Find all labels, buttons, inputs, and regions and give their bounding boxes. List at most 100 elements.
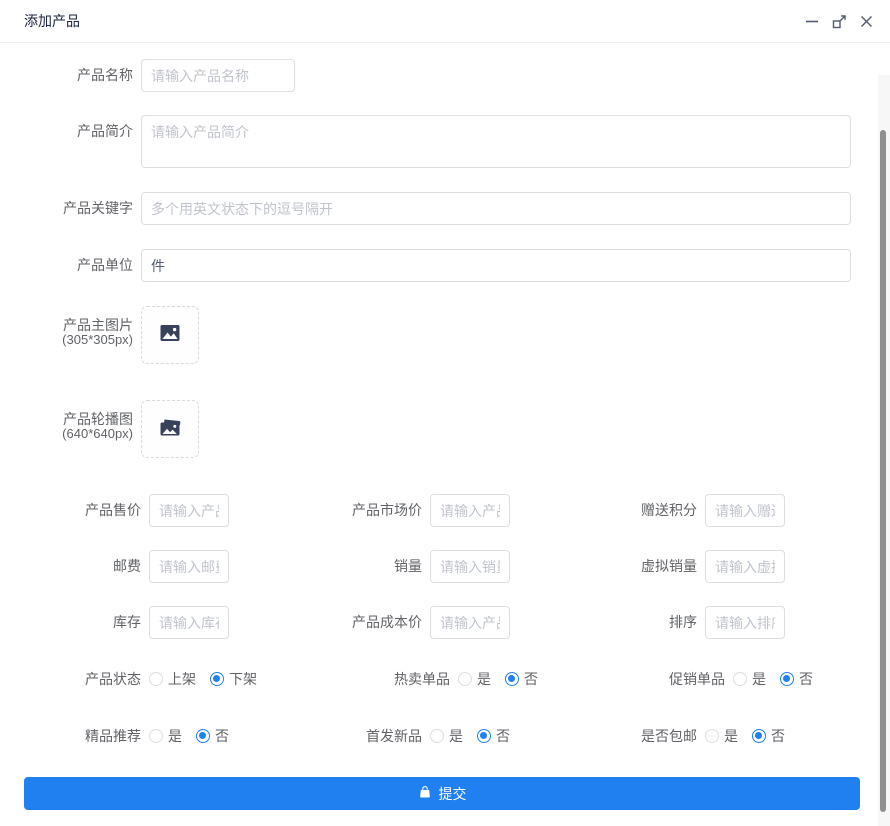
radio-circle-icon[interactable] xyxy=(780,672,794,686)
close-icon[interactable] xyxy=(858,13,874,29)
market-price-input[interactable] xyxy=(430,494,510,527)
first-new-radios: 是 否 xyxy=(430,726,510,746)
postage-input[interactable] xyxy=(149,550,229,583)
radio-circle-icon[interactable] xyxy=(210,672,224,686)
main-image-label: 产品主图片 (305*305px) xyxy=(0,306,141,347)
sales-label: 销量 xyxy=(229,550,430,583)
submit-label: 提交 xyxy=(439,784,467,804)
field-stock: 库存 xyxy=(0,606,229,639)
radio-yes[interactable]: 是 xyxy=(149,726,182,746)
boutique-radios: 是 否 xyxy=(149,726,229,746)
field-market-price: 产品市场价 xyxy=(229,494,510,527)
field-cost-price: 产品成本价 xyxy=(229,606,510,639)
sort-input[interactable] xyxy=(705,606,785,639)
radio-yes[interactable]: 是 xyxy=(430,726,463,746)
status-row: 产品状态 上架 下架 热卖单品 是 xyxy=(0,669,890,689)
submit-button[interactable]: 提交 xyxy=(24,777,860,810)
radio-yes[interactable]: 是 xyxy=(733,669,766,689)
recommend-row: 精品推荐 是 否 首发新品 是 xyxy=(0,726,890,746)
radio-circle-icon[interactable] xyxy=(458,672,472,686)
maximize-icon[interactable] xyxy=(831,13,847,29)
radio-circle-icon[interactable] xyxy=(430,729,444,743)
carousel-image-upload[interactable] xyxy=(141,400,199,458)
cost-price-input[interactable] xyxy=(430,606,510,639)
field-hot-item: 热卖单品 是 否 xyxy=(257,669,538,689)
promo-item-radios: 是 否 xyxy=(733,669,813,689)
promo-item-label: 促销单品 xyxy=(538,669,733,689)
radio-on-shelf[interactable]: 上架 xyxy=(149,669,196,689)
field-promo-item: 促销单品 是 否 xyxy=(538,669,813,689)
main-image-upload[interactable] xyxy=(141,306,199,364)
field-sort: 排序 xyxy=(510,606,785,639)
radio-circle-icon[interactable] xyxy=(705,729,719,743)
virtual-sales-input[interactable] xyxy=(705,550,785,583)
stock-row: 库存 产品成本价 排序 xyxy=(0,606,890,639)
field-gift-points: 赠送积分 xyxy=(510,494,785,527)
radio-no[interactable]: 否 xyxy=(780,669,813,689)
field-boutique: 精品推荐 是 否 xyxy=(0,726,229,746)
field-main-image: 产品主图片 (305*305px) xyxy=(0,306,890,364)
radio-circle-icon[interactable] xyxy=(149,672,163,686)
field-postage: 邮费 xyxy=(0,550,229,583)
field-product-intro: 产品简介 xyxy=(0,115,890,168)
free-shipping-label: 是否包邮 xyxy=(510,726,705,746)
stock-input[interactable] xyxy=(149,606,229,639)
product-intro-textarea[interactable] xyxy=(141,115,851,168)
sale-price-label: 产品售价 xyxy=(0,494,149,527)
radio-off-shelf[interactable]: 下架 xyxy=(210,669,257,689)
field-sale-price: 产品售价 xyxy=(0,494,229,527)
field-product-name: 产品名称 xyxy=(0,59,890,92)
virtual-sales-label: 虚拟销量 xyxy=(510,550,705,583)
product-name-input[interactable] xyxy=(141,59,295,92)
radio-no[interactable]: 否 xyxy=(196,726,229,746)
radio-circle-icon[interactable] xyxy=(477,729,491,743)
scrollbar-track[interactable] xyxy=(878,75,890,826)
price-row: 产品售价 产品市场价 赠送积分 xyxy=(0,494,890,527)
bag-icon xyxy=(418,785,432,802)
field-virtual-sales: 虚拟销量 xyxy=(510,550,785,583)
stock-label: 库存 xyxy=(0,606,149,639)
sale-price-input[interactable] xyxy=(149,494,229,527)
product-keywords-input[interactable] xyxy=(141,192,851,225)
field-first-new: 首发新品 是 否 xyxy=(229,726,510,746)
gift-points-label: 赠送积分 xyxy=(510,494,705,527)
product-intro-label: 产品简介 xyxy=(0,115,141,148)
field-free-shipping: 是否包邮 是 否 xyxy=(510,726,785,746)
sales-input[interactable] xyxy=(430,550,510,583)
radio-circle-icon[interactable] xyxy=(149,729,163,743)
radio-no[interactable]: 否 xyxy=(752,726,785,746)
first-new-label: 首发新品 xyxy=(229,726,430,746)
market-price-label: 产品市场价 xyxy=(229,494,430,527)
postage-label: 邮费 xyxy=(0,550,149,583)
carousel-image-label: 产品轮播图 (640*640px) xyxy=(0,400,141,441)
field-product-status: 产品状态 上架 下架 xyxy=(0,669,257,689)
gift-points-input[interactable] xyxy=(705,494,785,527)
radio-circle-icon[interactable] xyxy=(505,672,519,686)
field-product-unit: 产品单位 xyxy=(0,249,890,282)
radio-no[interactable]: 否 xyxy=(505,669,538,689)
window-controls xyxy=(804,13,874,29)
postage-row: 邮费 销量 虚拟销量 xyxy=(0,550,890,583)
dialog-titlebar: 添加产品 xyxy=(0,0,890,43)
radio-circle-icon[interactable] xyxy=(733,672,747,686)
hot-item-label: 热卖单品 xyxy=(257,669,458,689)
product-name-label: 产品名称 xyxy=(0,59,141,92)
radio-no[interactable]: 否 xyxy=(477,726,510,746)
image-icon xyxy=(158,321,182,350)
scrollbar-thumb[interactable] xyxy=(880,130,886,812)
add-product-form: 产品名称 产品简介 产品关键字 产品单位 产品主图片 (305*305px) xyxy=(0,43,890,810)
product-status-label: 产品状态 xyxy=(0,669,149,689)
radio-circle-icon[interactable] xyxy=(196,729,210,743)
field-carousel-image: 产品轮播图 (640*640px) xyxy=(0,400,890,458)
images-icon xyxy=(158,415,182,444)
radio-yes[interactable]: 是 xyxy=(705,726,738,746)
product-keywords-label: 产品关键字 xyxy=(0,192,141,225)
radio-yes[interactable]: 是 xyxy=(458,669,491,689)
minimize-icon[interactable] xyxy=(804,13,820,29)
radio-circle-icon[interactable] xyxy=(752,729,766,743)
cost-price-label: 产品成本价 xyxy=(229,606,430,639)
free-shipping-radios: 是 否 xyxy=(705,726,785,746)
hot-item-radios: 是 否 xyxy=(458,669,538,689)
boutique-label: 精品推荐 xyxy=(0,726,149,746)
product-unit-input[interactable] xyxy=(141,249,851,282)
